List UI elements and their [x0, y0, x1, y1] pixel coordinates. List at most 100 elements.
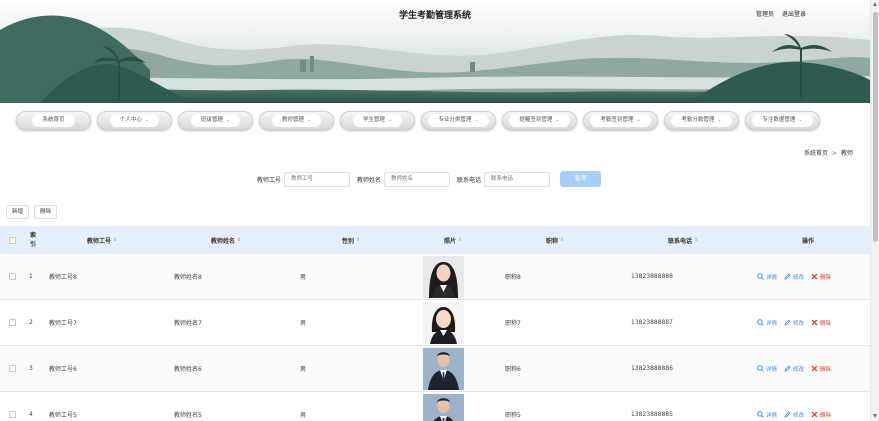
detail-label: 详情: [766, 412, 778, 419]
row-checkbox[interactable]: [9, 365, 16, 372]
header-label: 照片: [444, 237, 457, 245]
row-teacher-name: 教师姓名6: [174, 366, 202, 373]
edit-button[interactable]: 修改: [784, 319, 804, 327]
table-body: 1 教师工号8 教师姓名8 男职称8 13823888888 详情 修改 删除 2 教师工号7 教师…: [0, 254, 870, 421]
detail-button[interactable]: 详情: [757, 273, 777, 281]
header-teacher-id[interactable]: 教师工号 ⇕: [87, 226, 117, 254]
header-photo[interactable]: 照片 ⇕: [444, 226, 462, 254]
header-title[interactable]: 职称 ⇕: [546, 226, 564, 254]
edit-button[interactable]: 修改: [784, 365, 804, 373]
vertical-scrollbar[interactable]: [870, 0, 879, 421]
search-icon: [757, 365, 766, 372]
edit-label: 修改: [793, 366, 805, 373]
chevron-down-icon: ⌄: [555, 117, 560, 123]
nav-item-attendance-signin[interactable]: 考勤签到管理 ⌄: [583, 111, 658, 130]
row-index: 2: [29, 319, 33, 326]
chevron-down-icon: ⌄: [144, 117, 150, 123]
delete-button[interactable]: 删除: [811, 411, 831, 419]
row-checkbox[interactable]: [9, 319, 16, 326]
table-row: 1 教师工号8 教师姓名8 男 职称8 13823888888 详情 修改 删除: [0, 254, 870, 300]
row-index: 1: [29, 273, 33, 280]
phone-input[interactable]: [484, 171, 551, 187]
sort-icon: ⇕: [237, 237, 242, 243]
teacher-photo[interactable]: [423, 301, 464, 344]
header-banner: 学生考勤管理系统 管理员 退出登录: [0, 0, 870, 103]
row-operations: 详情 修改 删除: [757, 392, 838, 421]
row-gender: 男: [300, 412, 307, 419]
delete-button[interactable]: 删除: [811, 273, 831, 281]
teacher-name-input[interactable]: [384, 171, 451, 187]
detail-button[interactable]: 详情: [757, 365, 777, 373]
admin-user-label[interactable]: 管理员: [756, 11, 774, 18]
row-photo-cell: [423, 346, 464, 391]
phone-label: 联系电话: [457, 176, 482, 184]
nav-item-attendance-score[interactable]: 考勤分数管理 ⌄: [664, 111, 739, 130]
row-checkbox[interactable]: [9, 411, 16, 418]
row-operations: 详情 修改 删除: [757, 254, 838, 299]
detail-button[interactable]: 详情: [757, 411, 777, 419]
header-label: 联系电话: [668, 237, 693, 245]
nav-item-class-management[interactable]: 班级管理 ⌄: [178, 111, 253, 130]
breadcrumb-home[interactable]: 系统首页: [804, 150, 828, 157]
teacher-photo[interactable]: [423, 255, 464, 298]
nav-label: 个人中心: [119, 117, 142, 123]
teacher-table: 索引 教师工号 ⇕ 教师姓名 ⇕ 性别 ⇕ 照片 ⇕ 职称 ⇕ 联系电话 ⇕ 操作 1 教师工…: [0, 226, 870, 421]
delete-label: 删除: [820, 274, 832, 281]
search-icon: [757, 273, 766, 280]
scroll-up-arrow[interactable]: [873, 2, 877, 6]
logout-link[interactable]: 退出登录: [782, 11, 806, 18]
row-operations: 详情 修改 删除: [757, 346, 838, 391]
delete-button[interactable]: 删除: [811, 319, 831, 327]
close-icon: [811, 411, 820, 418]
nav-label: 专注数据管理: [762, 117, 796, 123]
batch-delete-button[interactable]: 删除: [34, 205, 58, 219]
delete-button[interactable]: 删除: [811, 365, 831, 373]
nav-item-reminder-signin[interactable]: 提醒签到管理 ⌄: [502, 111, 577, 130]
edit-label: 修改: [793, 412, 805, 419]
teacher-id-input[interactable]: [284, 171, 351, 187]
row-checkbox[interactable]: [9, 273, 16, 280]
nav-label: 系统首页: [42, 117, 65, 123]
delete-label: 删除: [820, 412, 832, 419]
teacher-photo[interactable]: [423, 393, 464, 421]
nav-label: 教师管理: [281, 117, 304, 123]
chevron-down-icon: ⌄: [306, 117, 312, 123]
detail-label: 详情: [766, 366, 778, 373]
select-all-checkbox[interactable]: [9, 236, 16, 244]
header-label: 职称: [546, 237, 559, 245]
nav-item-home[interactable]: 系统首页: [16, 111, 91, 130]
site-title: 学生考勤管理系统: [398, 11, 471, 21]
main-nav: 系统首页 个人中心 ⌄ 班级管理 ⌄ 教师管理 ⌄ 学生管理 ⌄ 专业分类管理 ⌄ 提醒签…: [16, 111, 836, 131]
header-gender[interactable]: 性别 ⇕: [342, 226, 360, 254]
edit-button[interactable]: 修改: [784, 273, 804, 281]
header-teacher-name[interactable]: 教师姓名 ⇕: [211, 226, 241, 254]
nav-item-personal-center[interactable]: 个人中心 ⌄: [97, 111, 172, 130]
nav-item-teacher-management[interactable]: 教师管理 ⌄: [259, 111, 334, 130]
row-select-cell: [9, 346, 16, 391]
edit-button[interactable]: 修改: [784, 411, 804, 419]
sort-icon: ⇕: [113, 237, 118, 243]
table-actions: 新增 删除: [6, 205, 62, 219]
row-photo-cell: [423, 392, 464, 421]
row-select-cell: [9, 392, 16, 421]
scrollbar-thumb[interactable]: [873, 12, 878, 242]
search-button[interactable]: 查询: [560, 171, 602, 187]
teacher-photo[interactable]: [423, 347, 464, 390]
top-links: 管理员 退出登录: [756, 9, 812, 18]
edit-label: 修改: [793, 274, 805, 281]
add-button[interactable]: 新增: [6, 205, 30, 219]
nav-item-major-category[interactable]: 专业分类管理 ⌄: [421, 111, 496, 130]
header-phone[interactable]: 联系电话 ⇕: [668, 226, 698, 254]
row-photo-cell: [423, 300, 464, 345]
nav-item-focus-data[interactable]: 专注数据管理 ⌄: [745, 111, 820, 130]
scroll-down-arrow[interactable]: [873, 414, 877, 418]
nav-label: 学生管理: [362, 117, 385, 123]
select-all-cell: [9, 226, 16, 254]
chevron-down-icon: ⌄: [798, 117, 803, 123]
detail-button[interactable]: 详情: [757, 319, 777, 327]
header-index-label: 索引: [30, 232, 37, 248]
row-teacher-id: 教师工号5: [49, 412, 77, 419]
nav-item-student-management[interactable]: 学生管理 ⌄: [340, 111, 415, 130]
table-row: 2 教师工号7 教师姓名7 男 职称7 13823888887 详情 修改 删除: [0, 300, 870, 346]
header-label: 教师姓名: [211, 237, 236, 245]
